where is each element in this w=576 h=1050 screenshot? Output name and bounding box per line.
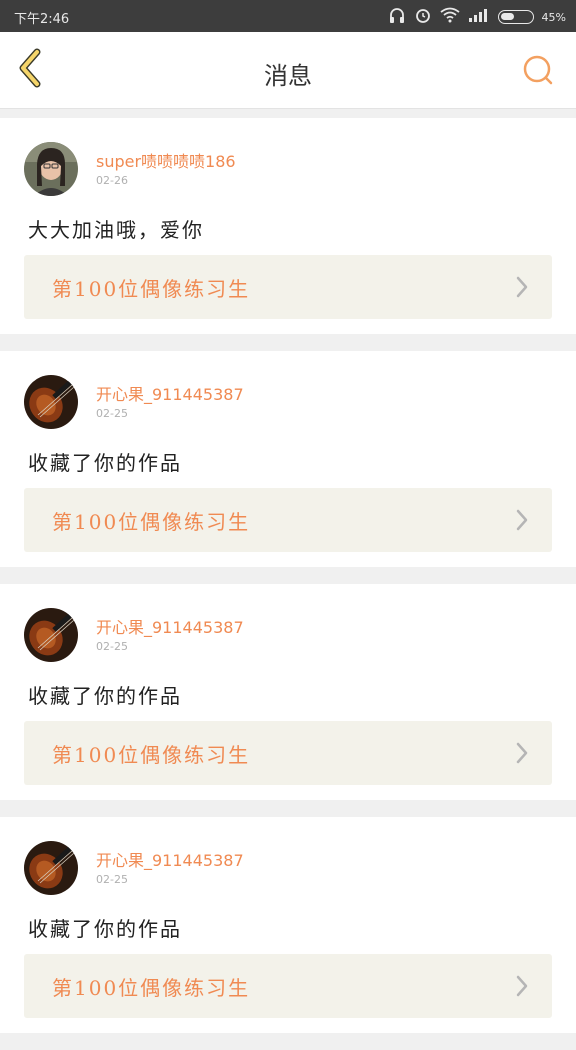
status-bar: 下午2:46 45%: [0, 0, 576, 32]
status-icons: 45%: [388, 6, 566, 28]
message-card: super啧啧啧啧186 02-26 大大加油哦，爱你 第100位偶像练习生: [0, 118, 576, 334]
search-icon: [521, 53, 555, 91]
alarm-icon: [414, 6, 432, 28]
message-date: 02-25: [96, 640, 128, 653]
message-text: 收藏了你的作品: [28, 684, 182, 708]
page-title: 消息: [264, 62, 312, 90]
search-button[interactable]: [520, 54, 556, 90]
work-title: 第100位偶像练习生: [52, 976, 251, 1000]
signal-icon: [468, 8, 490, 26]
battery-percent: 45%: [541, 10, 566, 24]
message-date: 02-25: [96, 873, 128, 886]
app-header: 消息: [0, 32, 576, 109]
message-text: 收藏了你的作品: [28, 917, 182, 941]
headphones-icon: [388, 6, 406, 28]
avatar[interactable]: [24, 841, 78, 895]
avatar[interactable]: [24, 142, 78, 196]
work-link[interactable]: 第100位偶像练习生: [24, 954, 552, 1018]
wifi-icon: [439, 7, 460, 27]
work-link[interactable]: 第100位偶像练习生: [24, 721, 552, 785]
avatar[interactable]: [24, 375, 78, 429]
message-date: 02-26: [96, 174, 128, 187]
message-list: super啧啧啧啧186 02-26 大大加油哦，爱你 第100位偶像练习生 开…: [0, 118, 576, 1050]
username[interactable]: 开心果_911445387: [96, 847, 244, 871]
message-text: 收藏了你的作品: [28, 451, 182, 475]
work-link[interactable]: 第100位偶像练习生: [24, 255, 552, 319]
message-card: 开心果_911445387 02-25 收藏了你的作品 第100位偶像练习生: [0, 351, 576, 567]
message-card: 开心果_911445387 02-25 收藏了你的作品 第100位偶像练习生: [0, 817, 576, 1033]
work-title: 第100位偶像练习生: [52, 743, 251, 767]
chevron-right-icon: [514, 275, 530, 299]
username[interactable]: super啧啧啧啧186: [96, 148, 236, 172]
username[interactable]: 开心果_911445387: [96, 614, 244, 638]
work-title: 第100位偶像练习生: [52, 277, 251, 301]
username[interactable]: 开心果_911445387: [96, 381, 244, 405]
chevron-right-icon: [514, 974, 530, 998]
message-text: 大大加油哦，爱你: [28, 218, 204, 242]
status-time: 下午2:46: [14, 12, 70, 27]
chevron-right-icon: [514, 741, 530, 765]
battery-icon: [497, 10, 534, 24]
message-card: 开心果_911445387 02-25 收藏了你的作品 第100位偶像练习生: [0, 584, 576, 800]
work-title: 第100位偶像练习生: [52, 510, 251, 534]
avatar[interactable]: [24, 608, 78, 662]
message-date: 02-25: [96, 407, 128, 420]
work-link[interactable]: 第100位偶像练习生: [24, 488, 552, 552]
chevron-right-icon: [514, 508, 530, 532]
